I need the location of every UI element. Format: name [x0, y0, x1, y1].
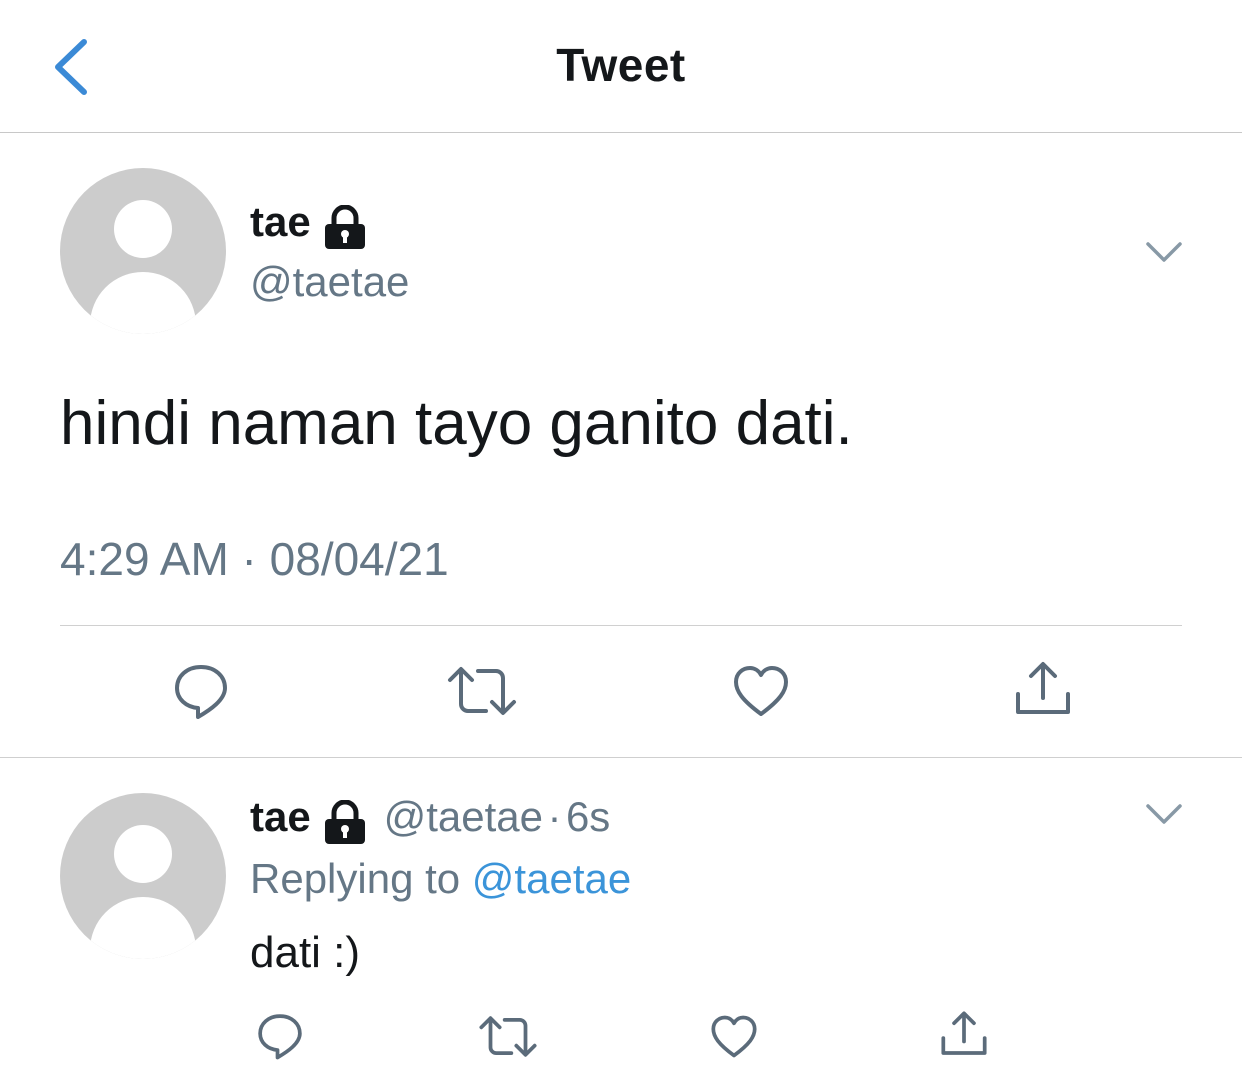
lock-icon [325, 799, 366, 844]
reply-icon[interactable] [256, 1012, 304, 1060]
reply-avatar[interactable] [60, 793, 226, 959]
page-title: Tweet [556, 39, 686, 91]
chevron-down-icon[interactable] [1144, 238, 1184, 266]
like-icon[interactable] [710, 1014, 758, 1059]
reply-author-name[interactable]: tae [250, 793, 311, 840]
share-icon[interactable] [1014, 660, 1072, 718]
retweet-icon[interactable] [446, 664, 518, 718]
retweet-icon[interactable] [478, 1014, 538, 1059]
author-name-row: tae [250, 198, 369, 251]
replying-to-link[interactable]: @taetae [472, 855, 631, 902]
reply-icon[interactable] [172, 662, 230, 720]
reply-text: dati :) [250, 928, 361, 977]
nav-header: Tweet [0, 0, 1242, 133]
author-name[interactable]: tae [250, 198, 311, 245]
reply-age: 6s [565, 793, 611, 840]
tweet-timestamp: 4:29 AM · 08/04/21 [60, 533, 449, 585]
share-icon[interactable] [940, 1010, 988, 1058]
reply-author-handle[interactable]: @taetae [384, 793, 543, 840]
meta-separator: · [547, 793, 562, 840]
replying-to: Replying to @taetae [250, 855, 631, 903]
avatar[interactable] [60, 168, 226, 334]
author-handle[interactable]: @taetae [250, 258, 409, 306]
like-icon[interactable] [732, 664, 790, 718]
divider [60, 625, 1182, 626]
tweet-text: hindi naman tayo ganito dati. [60, 389, 853, 458]
section-divider [0, 757, 1242, 758]
reply-header-row: tae @taetae · 6s [250, 793, 610, 846]
chevron-down-icon[interactable] [1144, 800, 1184, 828]
lock-icon [325, 204, 366, 249]
replying-prefix: Replying to [250, 855, 461, 902]
